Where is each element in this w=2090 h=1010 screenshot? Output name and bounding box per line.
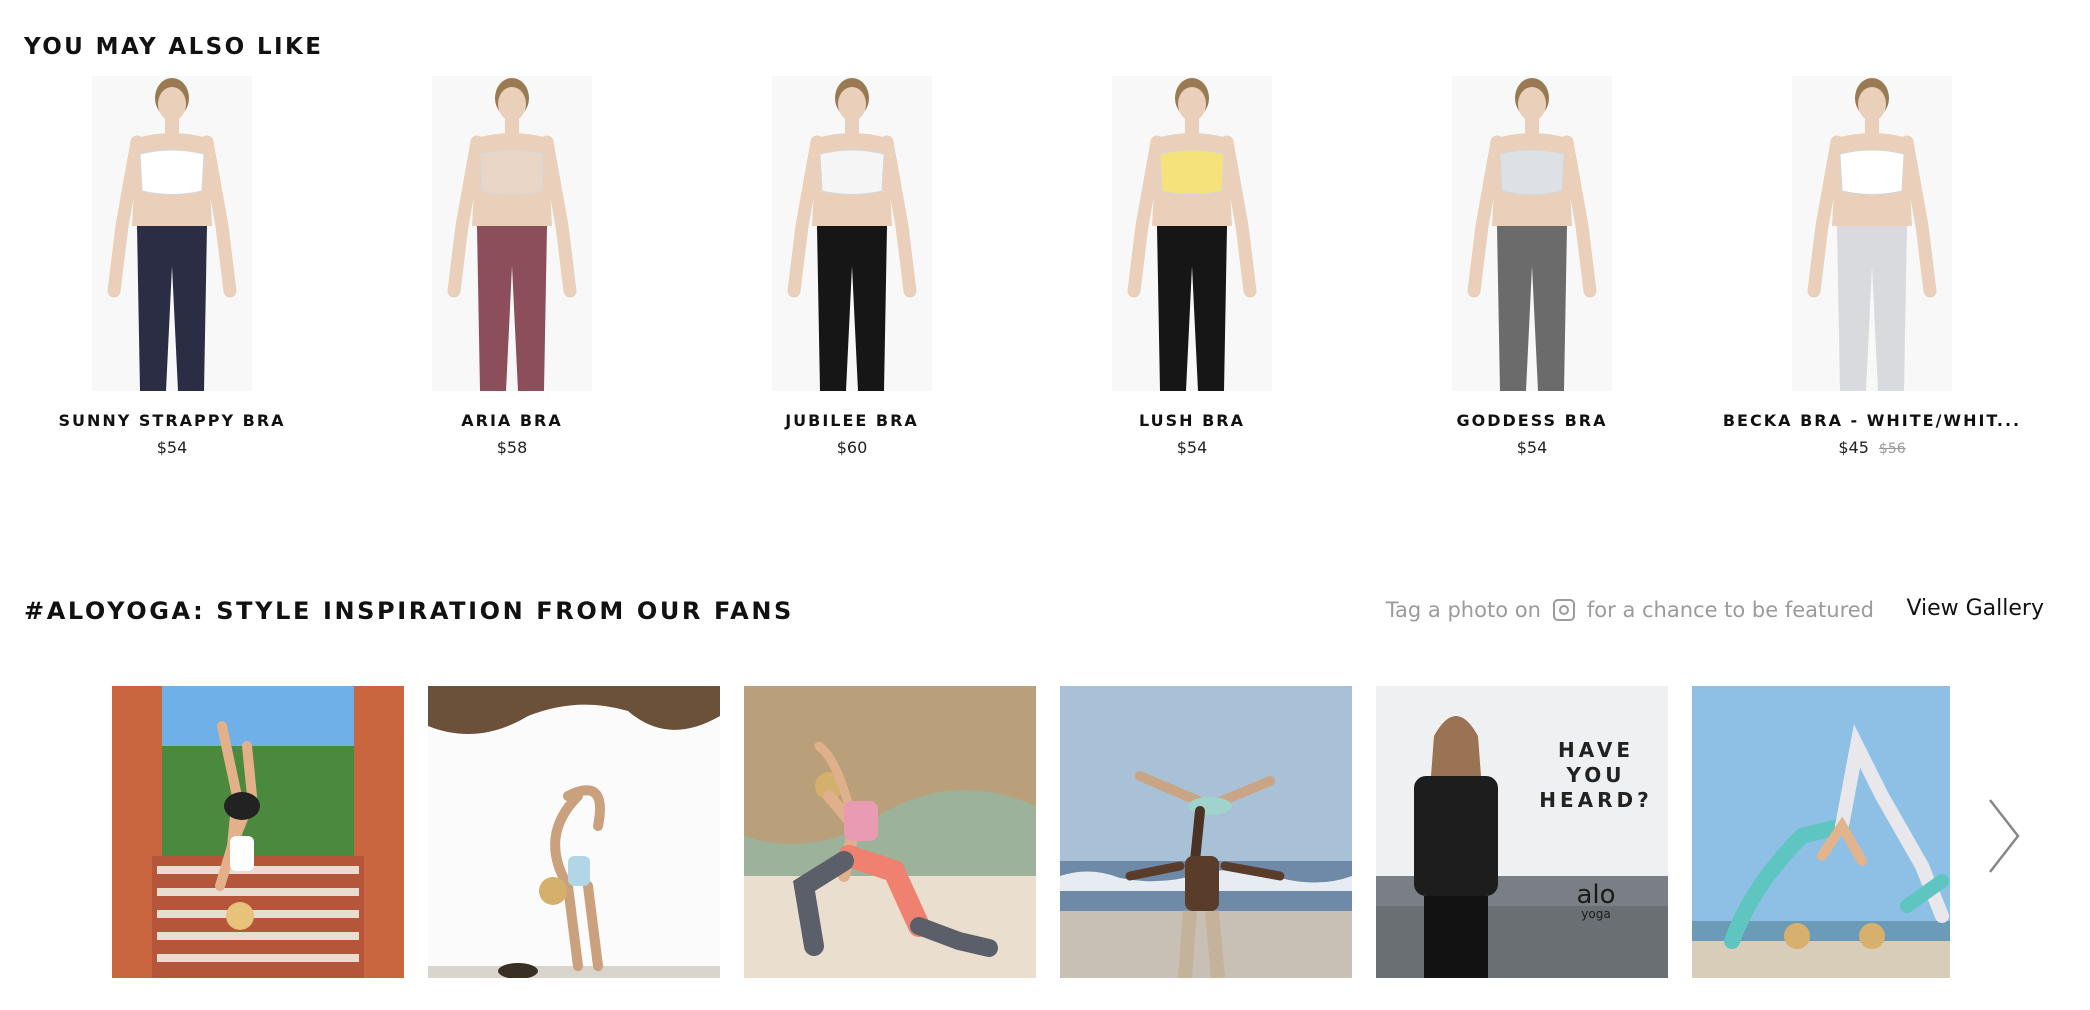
ad-photo <box>1376 686 1668 978</box>
original-price: $56 <box>1878 441 1906 457</box>
logo-text: alo <box>1576 880 1616 910</box>
ad-tile[interactable]: HAVE YOU HEARD? alo yoga <box>1376 686 1668 978</box>
model-bra <box>139 149 205 195</box>
model-figure <box>447 78 577 391</box>
product-name[interactable]: LUSH BRA <box>1042 411 1342 430</box>
ad-line: HAVE <box>1558 738 1634 762</box>
model-bra <box>1159 149 1225 195</box>
model-head <box>838 87 866 121</box>
product-name[interactable]: SUNNY STRAPPY BRA <box>22 411 322 430</box>
product-price: $58 <box>362 438 662 457</box>
model-head <box>1858 87 1886 121</box>
model-head <box>498 87 526 121</box>
model-figure <box>107 78 237 391</box>
product-carousel: SUNNY STRAPPY BRA $54 ARIA BRA $58 JUBIL… <box>0 76 2090 476</box>
model-leggings <box>1497 226 1567 391</box>
gallery-tile[interactable] <box>1060 686 1352 978</box>
product-price: $60 <box>702 438 1002 457</box>
product-card[interactable]: SUNNY STRAPPY BRA $54 <box>22 76 322 466</box>
page: YOU MAY ALSO LIKE SUNNY STRAPPY BRA $54 … <box>0 0 2090 1010</box>
gallery-tile[interactable] <box>428 686 720 978</box>
price-value: $58 <box>496 438 528 457</box>
model-figure <box>787 78 917 391</box>
model-figure <box>1467 78 1597 391</box>
product-name[interactable]: GODDESS BRA <box>1382 411 1682 430</box>
price-value: $54 <box>1176 438 1208 457</box>
gallery-tile[interactable] <box>112 686 404 978</box>
gallery-tile[interactable] <box>1692 686 1950 978</box>
ad-line: YOU <box>1566 763 1626 787</box>
model-bra <box>1839 149 1905 195</box>
model-figure <box>1807 78 1937 391</box>
price-value: $54 <box>1516 438 1548 457</box>
model-leggings <box>1837 226 1907 391</box>
product-image[interactable] <box>432 76 592 391</box>
gallery-tile[interactable] <box>744 686 1036 978</box>
model-neck <box>505 118 519 134</box>
product-card[interactable]: LUSH BRA $54 <box>1042 76 1342 466</box>
recommendations-title: YOU MAY ALSO LIKE <box>24 34 324 60</box>
product-image[interactable] <box>1792 76 1952 391</box>
fans-section-title: #ALOYOGA: STYLE INSPIRATION FROM OUR FAN… <box>24 597 794 625</box>
model-leggings <box>137 226 207 391</box>
logo-subtext: yoga <box>1581 907 1611 921</box>
product-image[interactable] <box>92 76 252 391</box>
gallery-photo <box>428 686 720 978</box>
product-name[interactable]: JUBILEE BRA <box>702 411 1002 430</box>
product-price: $54 <box>1042 438 1342 457</box>
product-image[interactable] <box>1112 76 1272 391</box>
price-value: $54 <box>156 438 188 457</box>
model-head <box>1518 87 1546 121</box>
ad-headline: HAVE YOU HEARD? <box>1526 738 1666 813</box>
model-leggings <box>1157 226 1227 391</box>
product-card[interactable]: JUBILEE BRA $60 <box>702 76 1002 466</box>
model-head <box>1178 87 1206 121</box>
model-head <box>158 87 186 121</box>
alo-logo: alo yoga <box>1546 882 1646 920</box>
model-bra <box>819 149 885 195</box>
instagram-icon[interactable] <box>1552 599 1575 621</box>
sale-price: $45 <box>1838 438 1869 457</box>
model-bra <box>1499 149 1565 195</box>
gallery-photo <box>112 686 404 978</box>
gallery-photo <box>1060 686 1352 978</box>
product-price: $54 <box>1382 438 1682 457</box>
model-bra <box>479 149 545 195</box>
tag-instruction: Tag a photo on for a chance to be featur… <box>1386 598 1874 622</box>
gallery-photo <box>744 686 1036 978</box>
tag-text-after: for a chance to be featured <box>1586 598 1874 622</box>
product-price: $54 <box>22 438 322 457</box>
chevron-right-icon[interactable] <box>1984 796 2024 876</box>
product-price: $45 $56 <box>1722 438 2022 457</box>
model-neck <box>165 118 179 134</box>
product-card[interactable]: GODDESS BRA $54 <box>1382 76 1682 466</box>
view-gallery-link[interactable]: View Gallery <box>1906 596 2044 621</box>
model-neck <box>1525 118 1539 134</box>
gallery-photo <box>1692 686 1950 978</box>
price-value: $60 <box>836 438 868 457</box>
product-image[interactable] <box>1452 76 1612 391</box>
model-figure <box>1127 78 1257 391</box>
product-card[interactable]: ARIA BRA $58 <box>362 76 662 466</box>
model-leggings <box>477 226 547 391</box>
model-leggings <box>817 226 887 391</box>
product-name[interactable]: BECKA BRA - WHITE/WHIT... <box>1722 411 2022 430</box>
product-image[interactable] <box>772 76 932 391</box>
model-neck <box>845 118 859 134</box>
ad-line: HEARD? <box>1539 788 1653 812</box>
model-neck <box>1865 118 1879 134</box>
model-neck <box>1185 118 1199 134</box>
product-name[interactable]: ARIA BRA <box>362 411 662 430</box>
fan-gallery: HAVE YOU HEARD? alo yoga <box>112 686 1962 978</box>
product-card[interactable]: BECKA BRA - WHITE/WHIT... $45 $56 <box>1722 76 2022 466</box>
tag-text-before: Tag a photo on <box>1385 598 1541 622</box>
